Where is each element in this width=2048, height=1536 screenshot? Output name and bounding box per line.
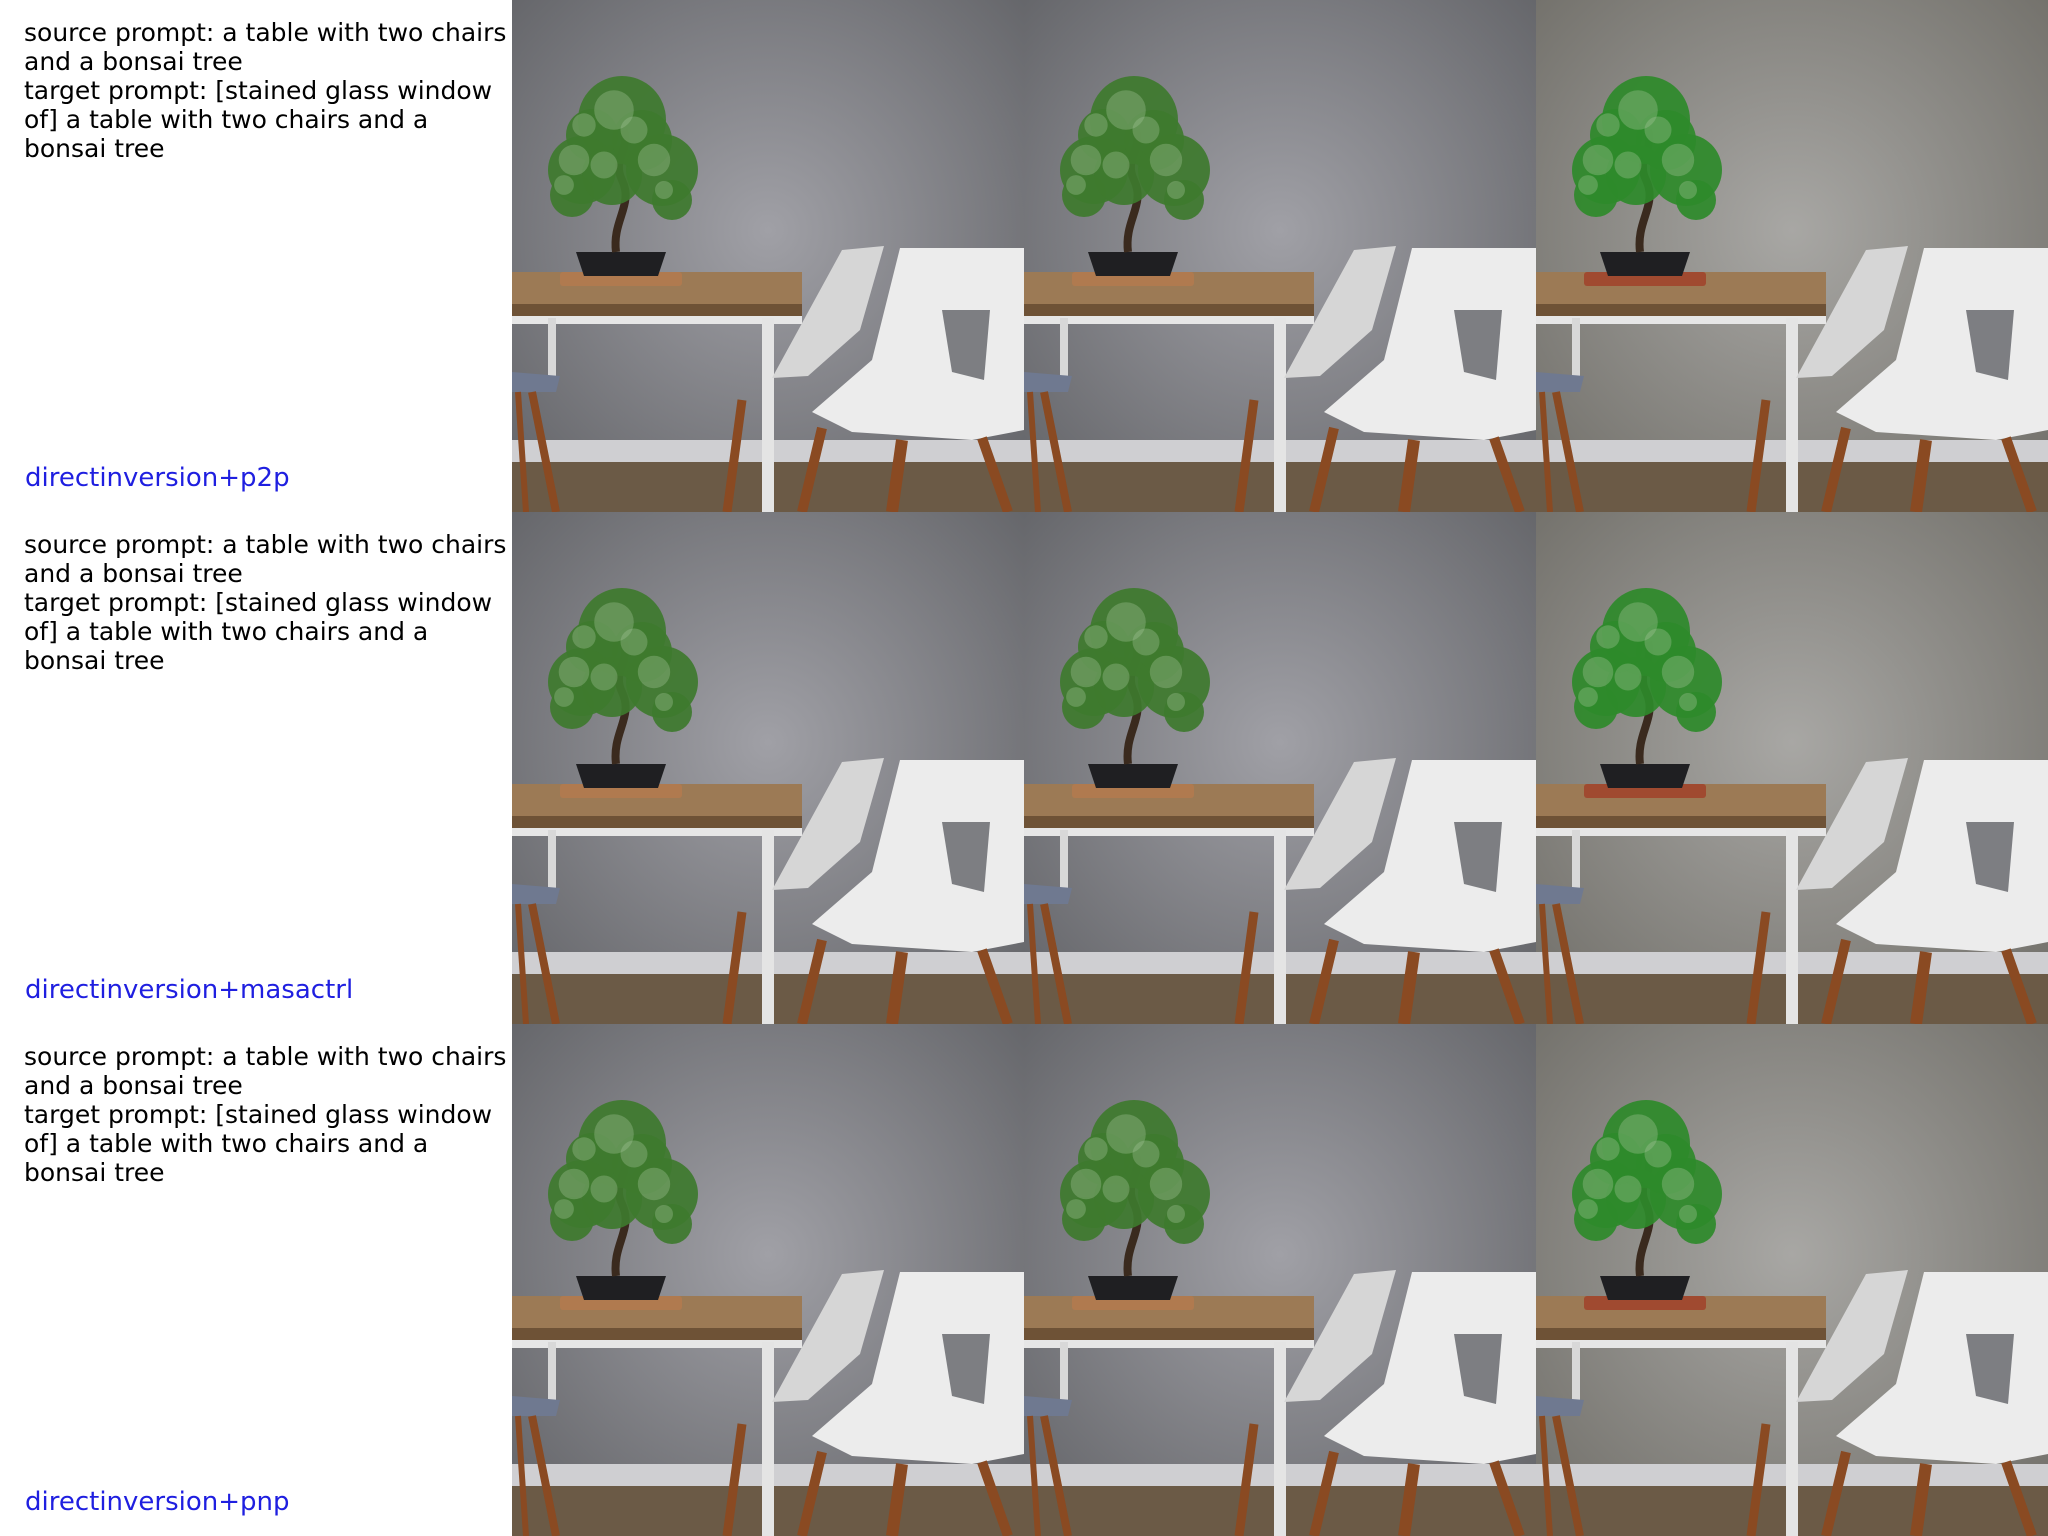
scene-image: [1024, 0, 1536, 512]
source-image: [512, 1024, 1024, 1536]
result-row: source prompt: a table with two chairs a…: [0, 1024, 2048, 1536]
table-leg: [1274, 318, 1286, 512]
target-prompt: target prompt: [stained glass window of]…: [24, 588, 493, 675]
scene-image: [1536, 0, 2048, 512]
scene-image: [512, 1024, 1024, 1536]
method-label: directinversion+masactrl: [25, 975, 354, 1005]
comparison-grid: source prompt: a table with two chairs a…: [0, 0, 2048, 1536]
table-leg: [762, 318, 774, 512]
table-leg: [1274, 830, 1286, 1024]
bonsai-pot: [576, 252, 666, 276]
source-prompt: source prompt: a table with two chairs a…: [24, 18, 507, 76]
prompt-text: source prompt: a table with two chairs a…: [24, 1042, 508, 1187]
inverted-image: [1024, 512, 1536, 1024]
inverted-image: [1024, 1024, 1536, 1536]
source-prompt: source prompt: a table with two chairs a…: [24, 1042, 507, 1100]
method-label: directinversion+p2p: [25, 463, 290, 493]
caption-panel: source prompt: a table with two chairs a…: [0, 512, 512, 1024]
scene-image: [512, 0, 1024, 512]
table-leg: [1786, 830, 1798, 1024]
bonsai-pot: [576, 764, 666, 788]
method-label: directinversion+pnp: [25, 1487, 290, 1517]
table-leg: [762, 830, 774, 1024]
prompt-text: source prompt: a table with two chairs a…: [24, 530, 508, 675]
table-leg: [762, 1342, 774, 1536]
target-prompt: target prompt: [stained glass window of]…: [24, 76, 493, 163]
edited-image: [1536, 1024, 2048, 1536]
scene-image: [1024, 1024, 1536, 1536]
bonsai-pot: [1088, 1276, 1178, 1300]
result-row: source prompt: a table with two chairs a…: [0, 0, 2048, 512]
scene-image: [1536, 1024, 2048, 1536]
table-leg: [1274, 1342, 1286, 1536]
bonsai-pot: [1088, 252, 1178, 276]
caption-panel: source prompt: a table with two chairs a…: [0, 0, 512, 512]
edited-image: [1536, 512, 2048, 1024]
caption-panel: source prompt: a table with two chairs a…: [0, 1024, 512, 1536]
bonsai-pot: [1088, 764, 1178, 788]
edited-image: [1536, 0, 2048, 512]
prompt-text: source prompt: a table with two chairs a…: [24, 18, 508, 163]
result-row: source prompt: a table with two chairs a…: [0, 512, 2048, 1024]
source-prompt: source prompt: a table with two chairs a…: [24, 530, 507, 588]
inverted-image: [1024, 0, 1536, 512]
bonsai-pot: [1600, 1276, 1690, 1300]
table-leg: [1786, 318, 1798, 512]
scene-image: [1024, 512, 1536, 1024]
scene-image: [1536, 512, 2048, 1024]
source-image: [512, 512, 1024, 1024]
bonsai-pot: [576, 1276, 666, 1300]
scene-image: [512, 512, 1024, 1024]
target-prompt: target prompt: [stained glass window of]…: [24, 1100, 493, 1187]
table-leg: [1786, 1342, 1798, 1536]
bonsai-pot: [1600, 252, 1690, 276]
source-image: [512, 0, 1024, 512]
bonsai-pot: [1600, 764, 1690, 788]
